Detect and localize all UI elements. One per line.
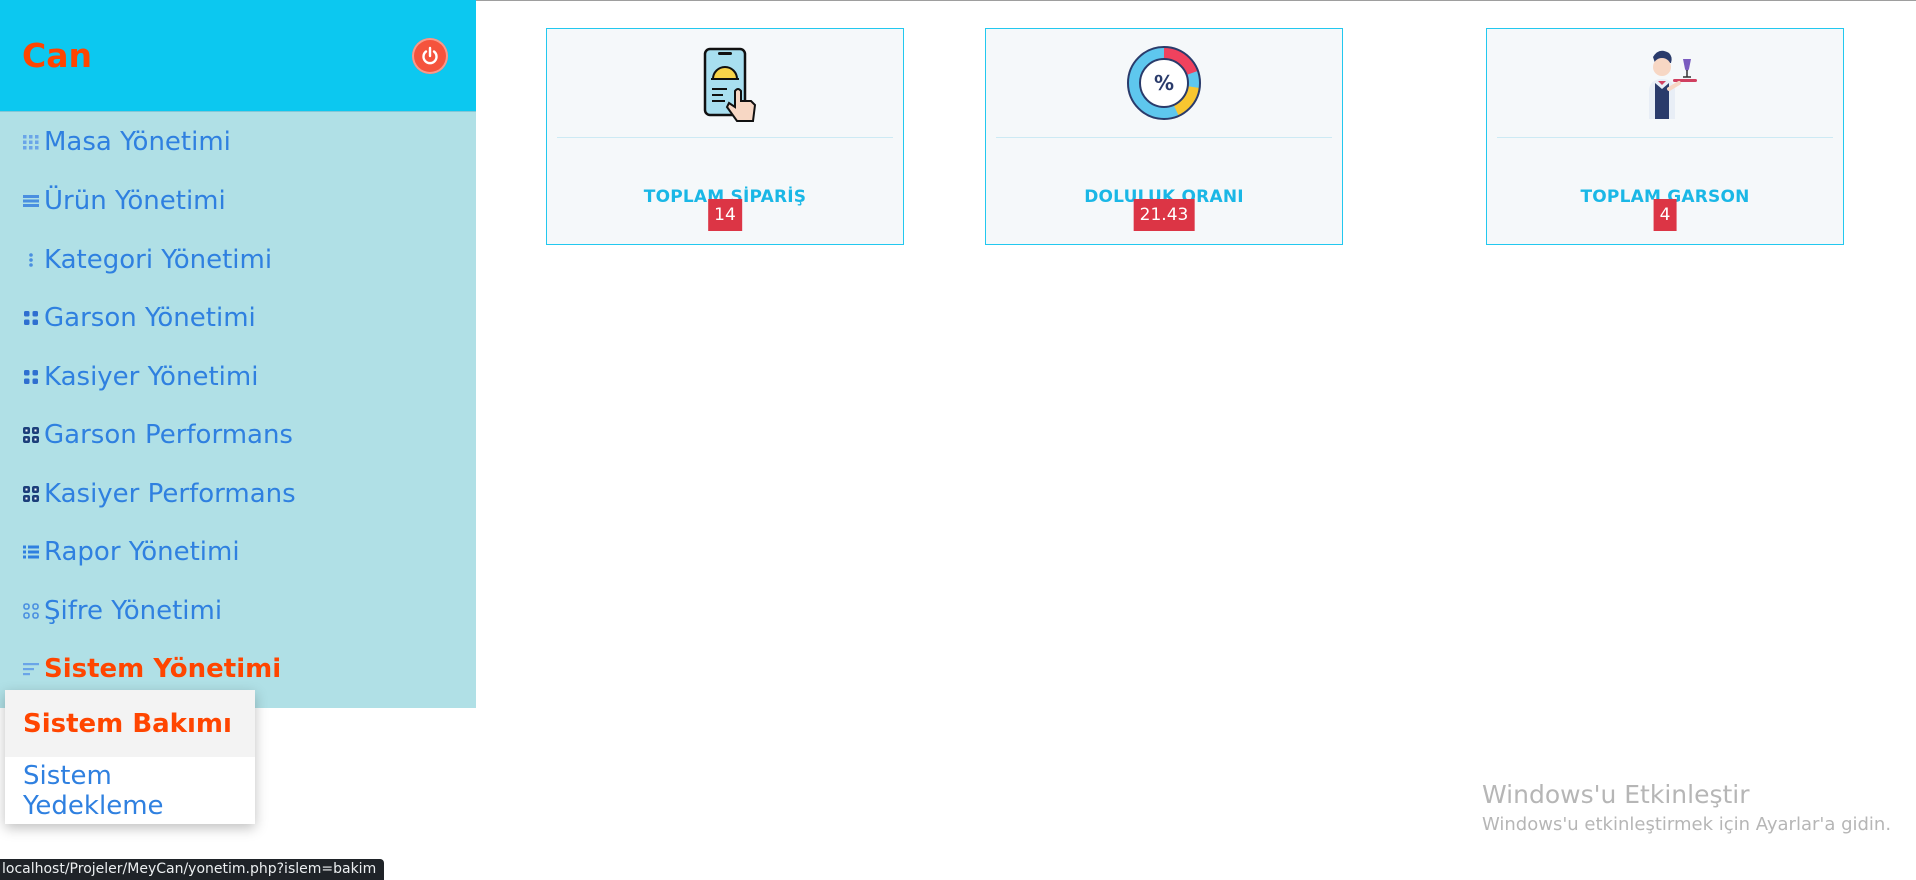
waiter-icon: [1487, 43, 1843, 123]
ellipsis-vertical-icon: [22, 251, 40, 269]
sidebar-item-label: Şifre Yönetimi: [44, 596, 223, 626]
link-status-bar: localhost/Projeler/MeyCan/yonetim.php?is…: [0, 859, 385, 880]
card-doluluk-orani: % DOLULUK ORANI 21.43: [985, 28, 1343, 245]
card-value-badge: 4: [1653, 199, 1677, 231]
sidebar-item-masa-yonetimi[interactable]: Masa Yönetimi: [22, 122, 231, 162]
sidebar-item-rapor-yonetimi[interactable]: Rapor Yönetimi: [22, 532, 240, 572]
card-divider: [557, 137, 893, 138]
sidebar-item-urun-yonetimi[interactable]: Ürün Yönetimi: [22, 181, 226, 221]
sidebar-item-kategori-yonetimi[interactable]: Kategori Yönetimi: [22, 240, 272, 280]
sidebar-item-label: Garson Performans: [44, 420, 293, 450]
sidebar-item-label: Sistem Yönetimi: [44, 654, 282, 684]
sidebar-header: Can: [0, 0, 476, 112]
card-divider: [1497, 137, 1833, 138]
sidebar-item-label: Ürün Yönetimi: [44, 186, 226, 216]
sidebar-item-garson-performans[interactable]: Garson Performans: [22, 415, 293, 455]
logout-button[interactable]: [412, 38, 448, 74]
bullet-list-icon: [22, 543, 40, 561]
four-dots-icon: [22, 309, 40, 327]
card-value-badge: 21.43: [1133, 199, 1195, 231]
sidebar-item-label: Kategori Yönetimi: [44, 245, 273, 275]
four-squares-icon: [22, 426, 40, 444]
command-icon: [22, 602, 40, 620]
sidebar-item-sifre-yonetimi[interactable]: Şifre Yönetimi: [22, 591, 222, 631]
phone-order-icon: [547, 43, 903, 123]
sidebar-item-kasiyer-yonetimi[interactable]: Kasiyer Yönetimi: [22, 357, 258, 397]
sidebar-item-sistem-yonetimi[interactable]: Sistem Yönetimi: [22, 649, 281, 689]
sidebar-item-label: Rapor Yönetimi: [44, 537, 240, 567]
card-value-badge: 14: [708, 199, 742, 231]
top-divider: [476, 0, 1916, 1]
power-icon: [422, 46, 438, 65]
sidebar-item-label: Kasiyer Performans: [44, 479, 296, 509]
submenu-item-sistem-bakimi[interactable]: Sistem Bakımı: [5, 690, 255, 757]
sistem-submenu: Sistem Bakımı Sistem Yedekleme: [5, 690, 255, 824]
submenu-item-sistem-yedekleme[interactable]: Sistem Yedekleme: [5, 757, 255, 824]
grid-icon: [22, 133, 40, 151]
align-left-icon: [22, 660, 40, 678]
list-icon: [22, 192, 40, 210]
card-toplam-siparis: TOPLAM SİPARİŞ 14: [546, 28, 904, 245]
windows-activation-subtitle: Windows'u etkinleştirmek için Ayarlar'a …: [1482, 814, 1892, 835]
card-divider: [996, 137, 1332, 138]
card-toplam-garson: TOPLAM GARSON 4: [1486, 28, 1844, 245]
sidebar-item-label: Kasiyer Yönetimi: [44, 362, 259, 392]
sidebar: Can Masa Yönetimi Ürün Yönetimi Kategori…: [0, 0, 476, 708]
percentage-donut-icon: %: [986, 43, 1342, 123]
sidebar-item-label: Masa Yönetimi: [44, 127, 231, 157]
four-dots-icon: [22, 368, 40, 386]
sidebar-item-kasiyer-performans[interactable]: Kasiyer Performans: [22, 474, 296, 514]
sidebar-item-garson-yonetimi[interactable]: Garson Yönetimi: [22, 298, 256, 338]
svg-text:%: %: [1154, 71, 1174, 95]
sidebar-item-label: Garson Yönetimi: [44, 303, 256, 333]
four-squares-icon: [22, 485, 40, 503]
brand-name: Can: [22, 36, 92, 75]
windows-activation-title: Windows'u Etkinleştir: [1482, 780, 1750, 809]
